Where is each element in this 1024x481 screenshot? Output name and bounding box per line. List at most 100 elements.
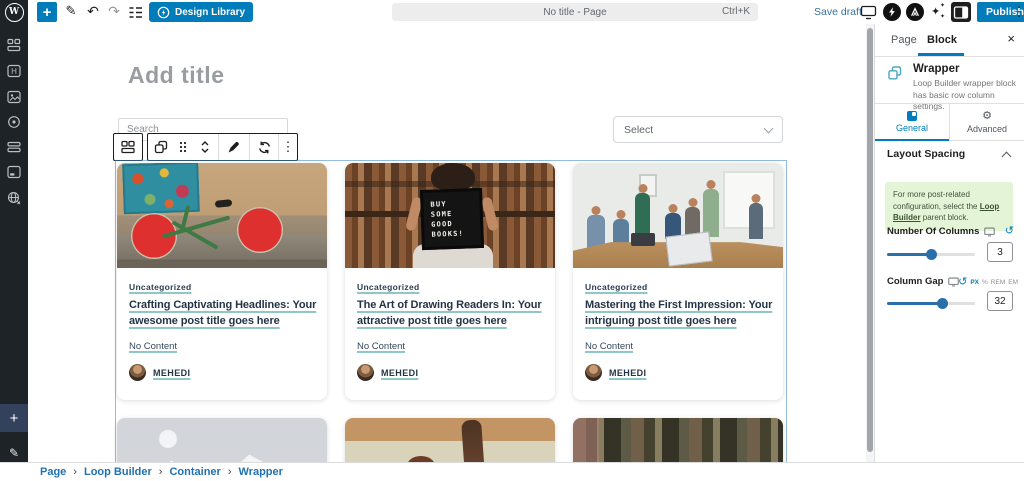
scrollbar-thumb[interactable] <box>867 28 873 452</box>
slider-thumb[interactable] <box>937 298 948 309</box>
seo-globe-icon[interactable] <box>7 191 21 205</box>
post-category-link[interactable]: Uncategorized <box>129 282 191 292</box>
block-toolbar-group: ⋮ <box>147 133 298 161</box>
post-featured-image[interactable]: BUY SOME GOOD BOOKS! <box>345 163 555 268</box>
breadcrumb-loop-builder[interactable]: Loop Builder <box>84 466 152 478</box>
tab-page[interactable]: Page <box>891 24 917 56</box>
edit-mode-button[interactable]: ✎ <box>61 1 81 21</box>
block-options-button[interactable]: ⋮ <box>279 134 297 160</box>
unit-px[interactable]: PX <box>970 279 979 286</box>
breadcrumb-wrapper[interactable]: Wrapper <box>238 466 282 478</box>
post-card-body: Uncategorized Crafting Captivating Headl… <box>117 268 327 381</box>
astra-button[interactable] <box>906 3 924 21</box>
undo-button[interactable]: ↶ <box>83 1 103 21</box>
post-card[interactable] <box>573 418 783 462</box>
gap-value-input[interactable] <box>987 291 1013 311</box>
block-inserter-button[interactable]: + <box>37 2 57 22</box>
block-mover[interactable] <box>192 134 218 160</box>
plus-icon: + <box>10 410 19 427</box>
block-type-button[interactable] <box>113 133 143 161</box>
scene-laptop <box>631 233 655 246</box>
preview-button[interactable] <box>858 4 878 21</box>
post-featured-image[interactable] <box>573 163 783 268</box>
columns-value-input[interactable] <box>987 242 1013 262</box>
ellipsis-icon: ⋮ <box>282 139 295 155</box>
rail-add-button[interactable]: + <box>0 404 28 432</box>
letterboard-line: GOOD <box>431 219 480 230</box>
post-excerpt-link[interactable]: No Content <box>585 341 633 352</box>
editor-top-bar: + ✎ ↶ ↷ Design Library No title - Page C… <box>28 0 1024 25</box>
gap-slider[interactable] <box>887 302 975 305</box>
post-excerpt-link[interactable]: No Content <box>129 341 177 352</box>
design-library-button[interactable]: Design Library <box>149 2 253 22</box>
tab-general[interactable]: General <box>875 104 950 140</box>
post-card[interactable]: Uncategorized Mastering the First Impres… <box>573 163 783 400</box>
wordpress-logo-icon: W <box>5 3 24 22</box>
breadcrumb-container[interactable]: Container <box>169 466 220 478</box>
sidebar-panel-icon <box>953 5 969 20</box>
list-view-button[interactable] <box>125 2 145 22</box>
unit-em[interactable]: EM <box>1008 279 1018 286</box>
heading-block-icon[interactable]: H <box>7 64 21 78</box>
post-title-link[interactable]: The Art of Drawing Readers In: Your attr… <box>357 298 547 329</box>
post-featured-image[interactable] <box>117 163 327 268</box>
options-menu-button[interactable]: ⋮ <box>1014 2 1024 22</box>
design-library-label: Design Library <box>175 7 245 18</box>
post-card[interactable] <box>345 418 555 462</box>
close-sidebar-button[interactable]: × <box>1007 31 1015 46</box>
post-author-link[interactable]: MEHEDI <box>609 368 646 378</box>
style-brush-button[interactable] <box>219 134 249 160</box>
select-parent-button[interactable] <box>148 134 174 160</box>
unit-rem[interactable]: REM <box>991 279 1005 286</box>
post-title-link[interactable]: Mastering the First Impression: Your int… <box>585 298 775 329</box>
post-category-link[interactable]: Uncategorized <box>585 282 647 292</box>
ai-assistant-button[interactable]: ✦ ✦ ✦ <box>929 2 947 22</box>
command-palette[interactable]: No title - Page Ctrl+K <box>392 3 758 21</box>
sync-icon <box>257 140 272 155</box>
reset-columns-button[interactable]: ↺ <box>1005 226 1014 237</box>
breadcrumb-page[interactable]: Page <box>40 466 66 478</box>
target-icon[interactable] <box>7 115 21 129</box>
admin-left-rail: H + ✎ <box>0 24 28 462</box>
canvas-scrollbar[interactable] <box>866 24 874 462</box>
drag-handle[interactable] <box>174 134 192 160</box>
responsive-monitor-icon[interactable] <box>984 227 995 237</box>
category-select-dropdown[interactable]: Select <box>613 116 783 143</box>
save-draft-button[interactable]: Save draft <box>814 6 862 18</box>
post-card[interactable] <box>117 418 327 462</box>
design-library-icon <box>157 6 170 19</box>
post-card[interactable]: Uncategorized Crafting Captivating Headl… <box>117 163 327 400</box>
post-author-link[interactable]: MEHEDI <box>381 368 418 378</box>
post-title-link[interactable]: Crafting Captivating Headlines: Your awe… <box>129 298 319 329</box>
paintbrush-icon <box>226 139 242 155</box>
unit-percent[interactable]: % <box>982 279 988 286</box>
post-excerpt-link[interactable]: No Content <box>357 341 405 352</box>
image-block-icon[interactable] <box>7 90 21 104</box>
general-tab-label: General <box>896 123 928 133</box>
panel-block-icon[interactable] <box>7 165 21 179</box>
loop-builder-blocks-icon[interactable] <box>7 38 21 52</box>
tab-advanced[interactable]: ⚙ Advanced <box>950 104 1024 140</box>
scene-hair <box>431 163 475 191</box>
author-avatar <box>129 364 146 381</box>
scene-person <box>635 193 650 237</box>
post-category-link[interactable]: Uncategorized <box>357 282 419 292</box>
post-author-link[interactable]: MEHEDI <box>153 368 190 378</box>
columns-slider[interactable] <box>887 253 975 256</box>
layout-spacing-section-header[interactable]: Layout Spacing <box>875 139 1024 169</box>
select-label: Select <box>624 124 653 136</box>
post-title-placeholder[interactable]: Add title <box>128 62 225 89</box>
reset-gap-button[interactable]: ↺ <box>958 277 967 288</box>
spectra-button[interactable] <box>883 3 901 21</box>
redo-button[interactable]: ↷ <box>104 1 124 21</box>
post-author-row: MEHEDI <box>129 364 315 381</box>
slider-thumb[interactable] <box>926 249 937 260</box>
plus-icon: + <box>43 4 52 21</box>
settings-panel-toggle[interactable] <box>951 2 971 22</box>
post-card[interactable]: BUY SOME GOOD BOOKS! Uncategorized The A… <box>345 163 555 400</box>
sync-button[interactable] <box>250 134 278 160</box>
tab-block[interactable]: Block <box>927 24 957 56</box>
wordpress-logo-button[interactable]: W <box>0 0 28 24</box>
post-featured-image <box>345 418 555 462</box>
rows-block-icon[interactable] <box>7 140 21 154</box>
